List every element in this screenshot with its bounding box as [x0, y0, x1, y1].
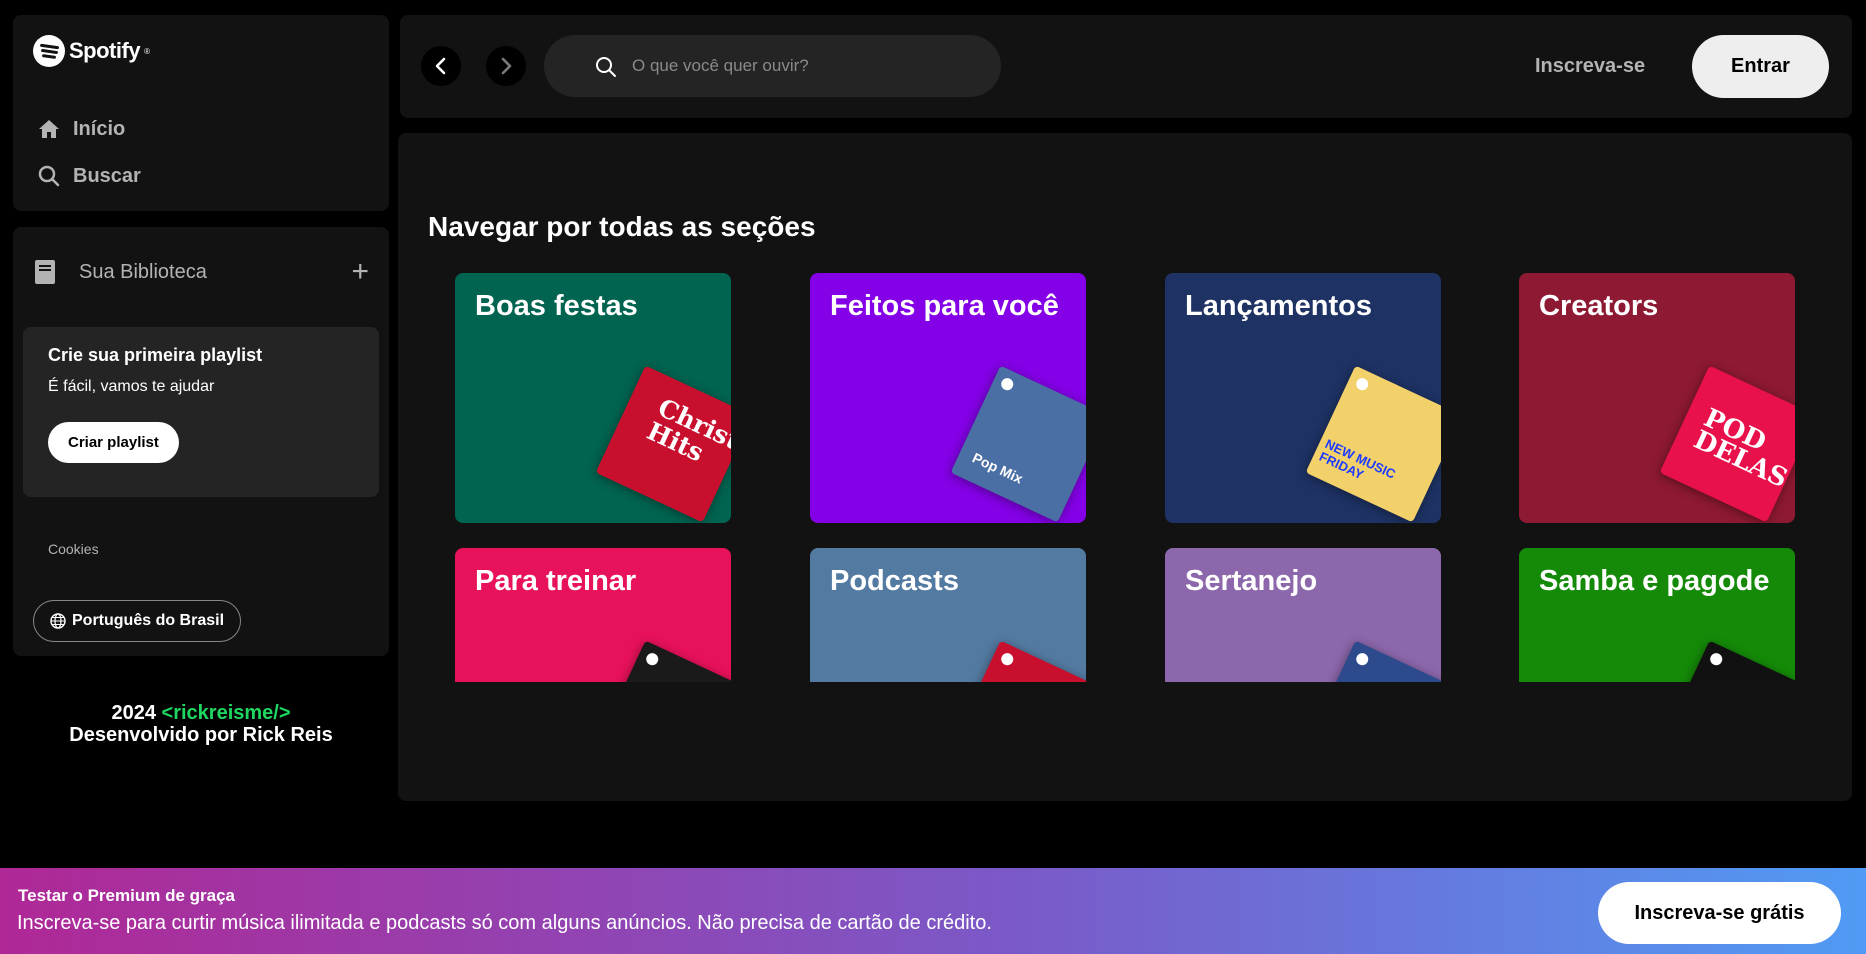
library-icon[interactable] [33, 258, 57, 286]
category-card-para-treinar[interactable]: Para treinar [455, 548, 731, 682]
premium-banner[interactable]: Testar o Premium de graça Inscreva-se pa… [0, 868, 1866, 954]
category-title: Samba e pagode [1539, 565, 1770, 597]
category-card-podcasts[interactable]: Podcasts [810, 548, 1086, 682]
globe-icon [50, 613, 66, 629]
nav-search[interactable]: Buscar [37, 164, 141, 188]
credits: 2024 <rickreisme/> Desenvolvido por Rick… [13, 702, 389, 746]
spotify-logo[interactable]: Spotify ® [33, 35, 150, 67]
browse-title: Navegar por todas as seções [428, 211, 816, 242]
create-playlist-text: É fácil, vamos te ajudar [48, 378, 215, 395]
forward-button[interactable] [486, 46, 526, 86]
spotify-icon [1354, 376, 1371, 393]
free-signup-button[interactable]: Inscreva-se grátis [1598, 882, 1841, 944]
category-card-creators[interactable]: Creators POD DELAS [1519, 273, 1795, 523]
back-button[interactable] [421, 46, 461, 86]
credits-year: 2024 [111, 702, 156, 724]
category-art [1659, 640, 1795, 682]
category-art-label: POD DELAS [1689, 403, 1792, 495]
category-title: Sertanejo [1185, 565, 1318, 597]
nav-search-label: Buscar [73, 164, 141, 187]
category-art: NEW MUSIC FRIDAY [1305, 365, 1441, 523]
category-art [950, 640, 1086, 682]
search-icon [38, 165, 60, 187]
library-header: Sua Biblioteca + [33, 257, 369, 287]
spotify-icon [1354, 651, 1371, 668]
category-art: Pop Mix [950, 365, 1086, 523]
category-art-label: NEW MUSIC FRIDAY [1316, 436, 1398, 483]
category-art-label: Pop Mix [970, 449, 1026, 487]
signup-link[interactable]: Inscreva-se [1535, 55, 1645, 78]
login-button[interactable]: Entrar [1692, 35, 1829, 98]
search-input[interactable] [632, 56, 952, 76]
spotify-icon [999, 376, 1016, 393]
nav-home[interactable]: Início [37, 117, 125, 141]
category-art [595, 640, 731, 682]
category-art: POD DELAS [1659, 365, 1795, 523]
credits-author: Desenvolvido por Rick Reis [69, 724, 333, 746]
brand-reg: ® [144, 46, 150, 56]
library-panel: Sua Biblioteca + Crie sua primeira playl… [13, 227, 389, 656]
home-icon [39, 120, 59, 138]
category-card-boas-festas[interactable]: Boas festas Christmas Hits [455, 273, 731, 523]
browse-main: Navegar por todas as seções Boas festas … [398, 133, 1852, 801]
create-playlist-card: Crie sua primeira playlist É fácil, vamo… [23, 327, 379, 497]
spotify-icon [999, 651, 1016, 668]
category-card-samba-e-pagode[interactable]: Samba e pagode [1519, 548, 1795, 682]
top-bar: Inscreva-se Entrar [400, 15, 1852, 118]
search-icon [596, 57, 616, 77]
chevron-left-icon [435, 57, 446, 75]
category-title: Podcasts [830, 565, 959, 597]
nav-home-label: Início [73, 117, 126, 140]
library-title[interactable]: Sua Biblioteca [79, 261, 351, 284]
category-card-feitos-para-voce[interactable]: Feitos para você Pop Mix [810, 273, 1086, 523]
spotify-icon [644, 651, 661, 668]
create-playlist-heading: Crie sua primeira playlist [48, 345, 263, 365]
spotify-icon [33, 35, 65, 67]
category-card-sertanejo[interactable]: Sertanejo [1165, 548, 1441, 682]
category-title: Feitos para você [830, 290, 1059, 322]
sidebar-nav: Spotify ® Início Buscar [13, 15, 389, 211]
category-art [1305, 640, 1441, 682]
category-title: Para treinar [475, 565, 637, 597]
category-card-lancamentos[interactable]: Lançamentos NEW MUSIC FRIDAY [1165, 273, 1441, 523]
add-playlist-icon[interactable]: + [351, 257, 369, 287]
language-label: Português do Brasil [72, 612, 225, 629]
category-title: Creators [1539, 290, 1659, 322]
category-art: Christmas Hits [595, 365, 731, 523]
banner-title: Testar o Premium de graça [18, 886, 235, 905]
search-box[interactable] [544, 35, 1001, 97]
language-button[interactable]: Português do Brasil [33, 600, 242, 642]
banner-text: Inscreva-se para curtir música ilimitada… [17, 912, 992, 934]
create-playlist-button[interactable]: Criar playlist [48, 422, 179, 463]
chevron-right-icon [501, 57, 512, 75]
category-art-label: Christmas Hits [642, 392, 731, 480]
category-title: Boas festas [475, 290, 638, 322]
credits-tag: <rickreisme/> [161, 702, 291, 724]
spotify-icon [1708, 651, 1725, 668]
brand-name: Spotify [69, 38, 141, 63]
category-title: Lançamentos [1185, 290, 1372, 322]
cookies-link[interactable]: Cookies [48, 541, 99, 557]
